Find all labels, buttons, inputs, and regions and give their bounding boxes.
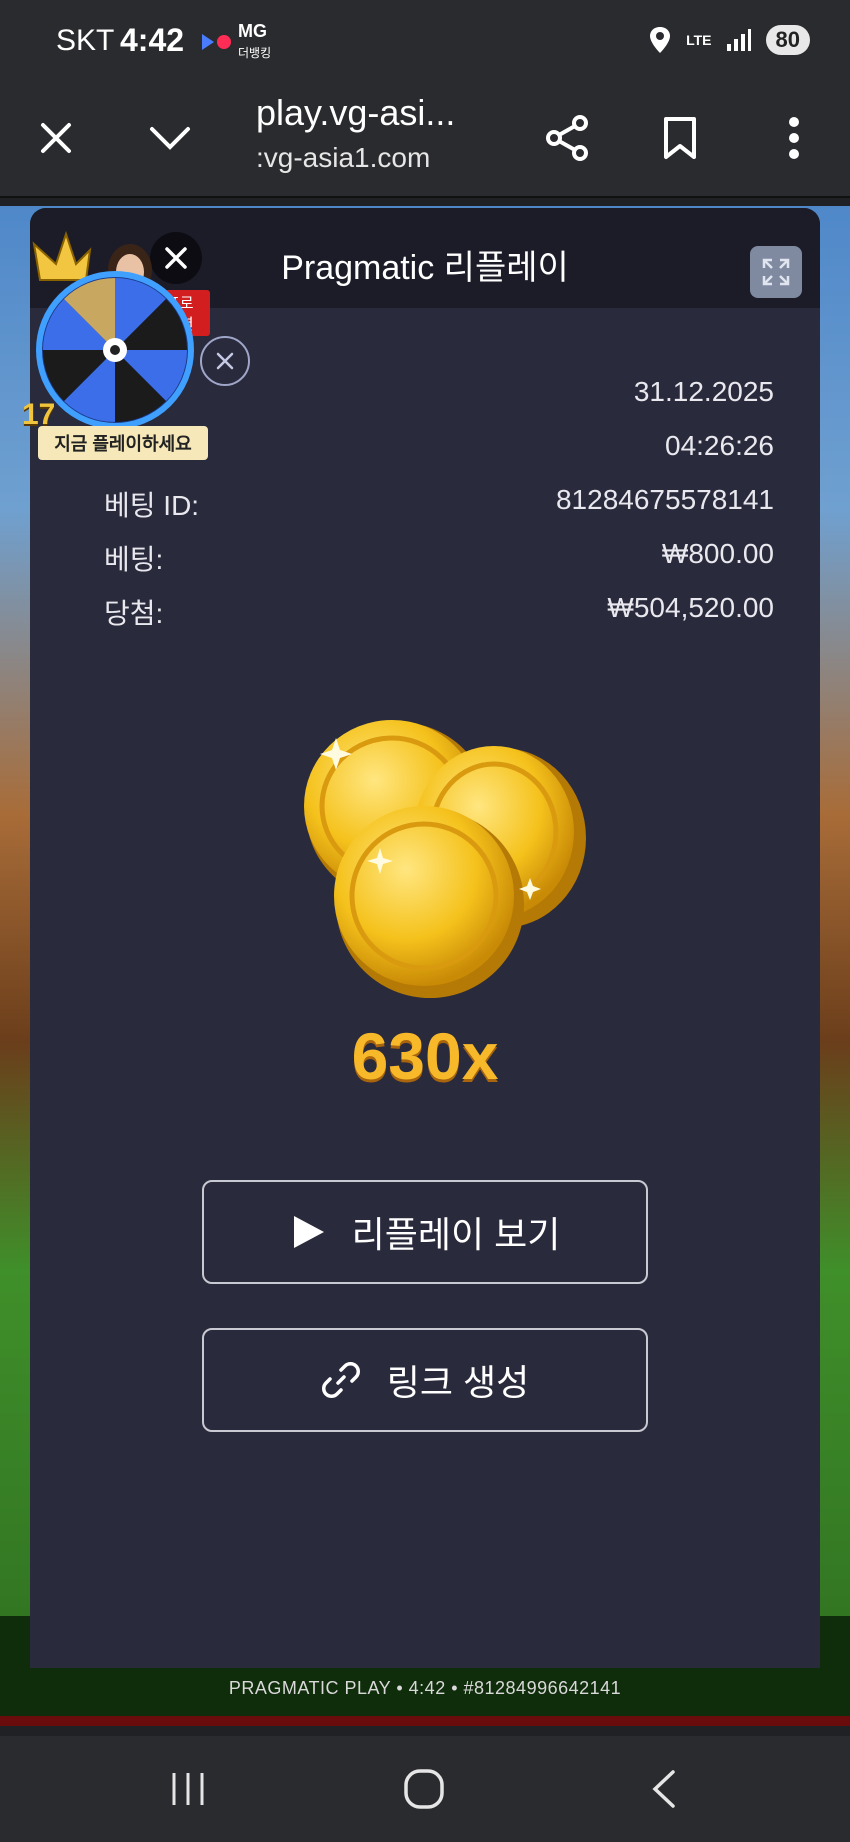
share-icon [546,115,588,161]
bookmark-button[interactable] [652,110,708,166]
signal-icon [726,29,751,51]
network-type: LTE [686,32,712,48]
info-value: 81284675578141 [555,484,774,515]
game-redbar [0,1716,850,1726]
location-icon [650,27,671,53]
bookmark-icon [664,117,696,159]
recents-button[interactable] [158,1764,218,1814]
app-badge: MG [238,21,267,41]
home-button[interactable] [394,1764,454,1814]
clock: 4:42 [120,22,185,58]
expand-icon [762,258,790,286]
info-label: 베팅: [104,544,164,575]
app-badge-sub: 더뱅킹 [238,46,272,60]
collapse-button[interactable] [142,110,198,166]
fullscreen-button[interactable] [750,246,802,298]
share-button[interactable] [540,110,596,166]
info-value: ₩800.00 [661,538,774,569]
info-row-win: 당첨: ₩504,520.00 [104,592,774,632]
win-multiplier: 630x [351,1019,499,1093]
status-icons: LTE 80 [648,22,810,58]
back-button[interactable] [634,1764,694,1814]
more-options-button[interactable] [766,110,822,166]
recents-icon [172,1773,204,1805]
more-vertical-icon [789,117,799,159]
info-value: ₩504,520.00 [607,592,774,623]
home-icon [404,1769,444,1809]
status-bar: SKT 4:42 MG 더뱅킹 LTE 80 [0,0,850,80]
close-icon [216,352,234,370]
info-row-bet: 베팅: ₩800.00 [104,538,774,578]
back-icon [652,1770,675,1808]
watch-replay-button[interactable]: 리플레이 보기 [202,1180,648,1284]
watch-replay-label: 리플레이 보기 [351,1214,561,1255]
chevron-down-icon [150,127,190,150]
link-icon [321,1362,360,1398]
promo-widget[interactable]: 프로모션 17 지금 플레이하세요 [20,230,210,460]
close-icon [41,123,71,153]
system-nav-bar [0,1736,850,1842]
carrier-label: SKT [56,24,115,57]
play-icon [293,1216,324,1248]
create-link-button[interactable]: 링크 생성 [202,1328,648,1432]
close-tab-button[interactable] [28,110,84,166]
info-row-bet-id: 베팅 ID: 81284675578141 [104,484,774,524]
browser-toolbar: play.vg-asi... :vg-asia1.com [0,80,850,198]
page-title: play.vg-asi... [256,92,456,133]
info-label: 베팅 ID: [104,490,200,521]
promo-close-button[interactable] [200,336,250,386]
game-footer-text: PRAGMATIC PLAY • 4:42 • #81284996642141 [228,1678,622,1698]
url-text[interactable]: :vg-asia1.com [256,142,430,174]
info-value: 04:26:26 [665,430,774,461]
create-link-label: 링크 생성 [386,1362,530,1403]
battery-level: 80 [765,25,810,55]
info-label: 당첨: [104,598,164,629]
gold-coins-icon [304,720,586,998]
promo-caption: 지금 플레이하세요 [38,426,208,460]
info-value: 31.12.2025 [633,376,774,407]
